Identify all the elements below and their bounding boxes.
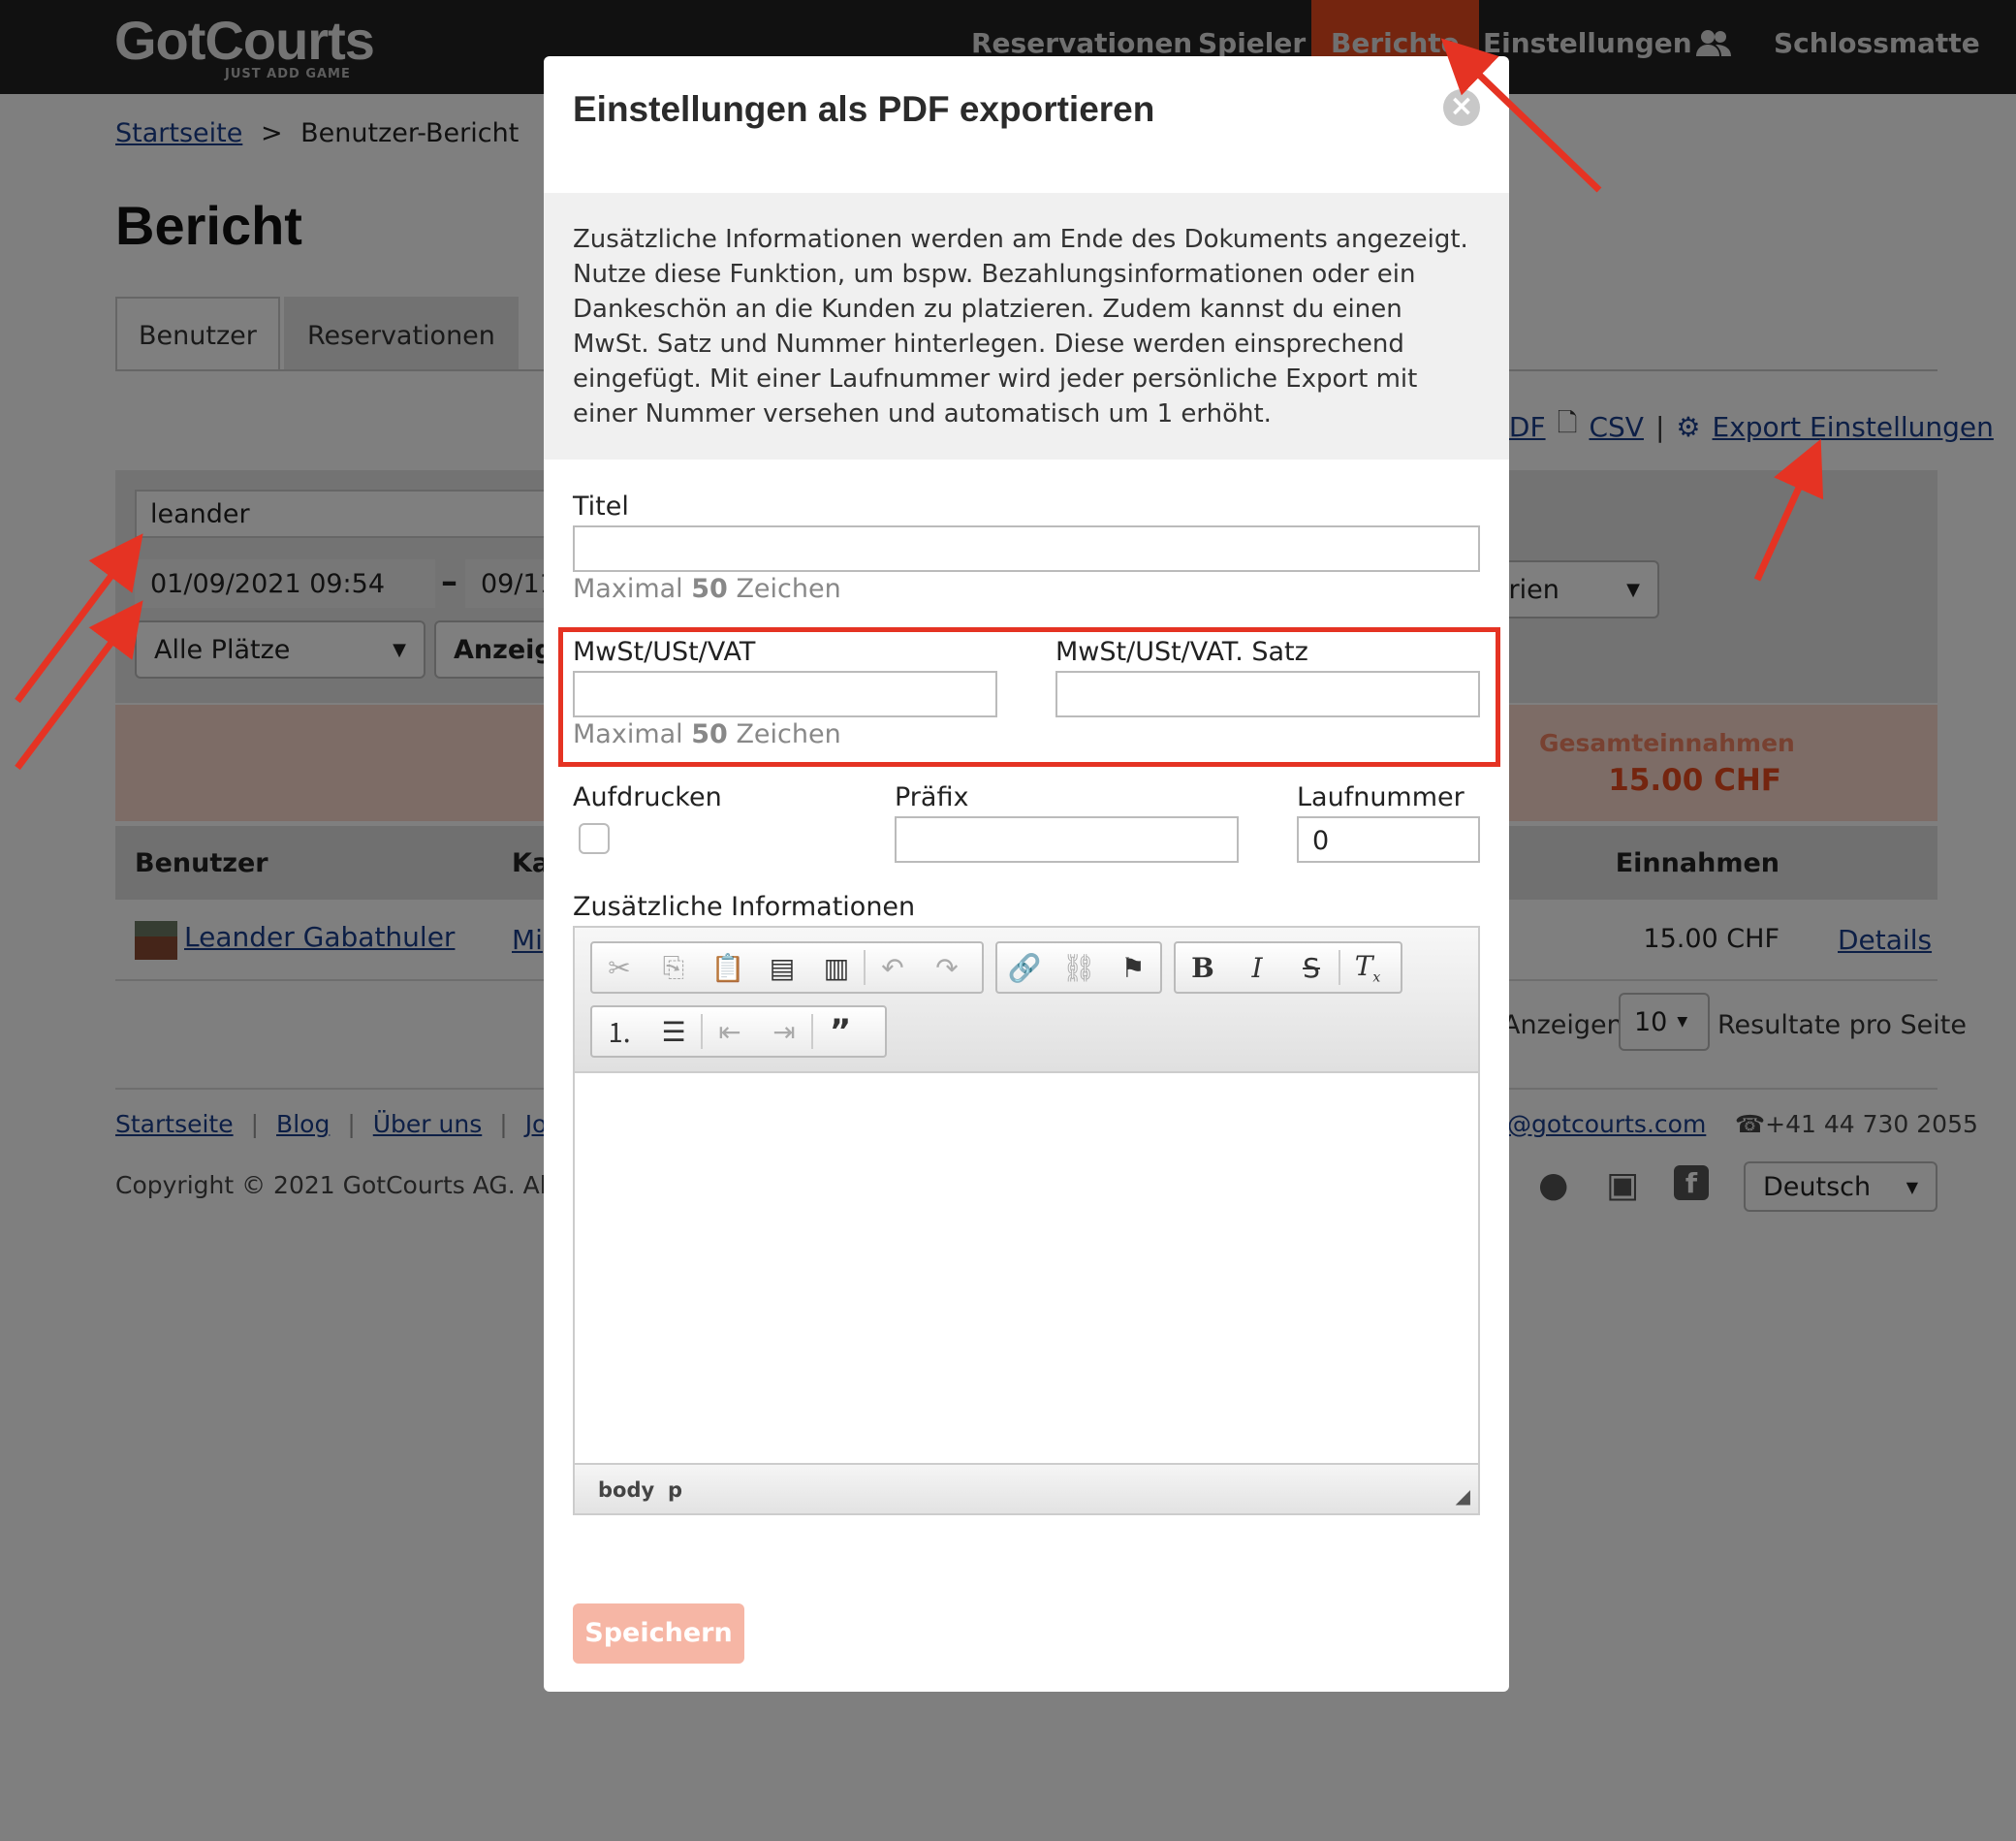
arrow-to-date [15, 600, 143, 771]
annotation-arrows [15, 38, 1824, 771]
arrow-to-export-settings [1753, 438, 1824, 582]
arrow-to-search [15, 533, 143, 704]
arrow-to-berichte [1440, 38, 1602, 193]
